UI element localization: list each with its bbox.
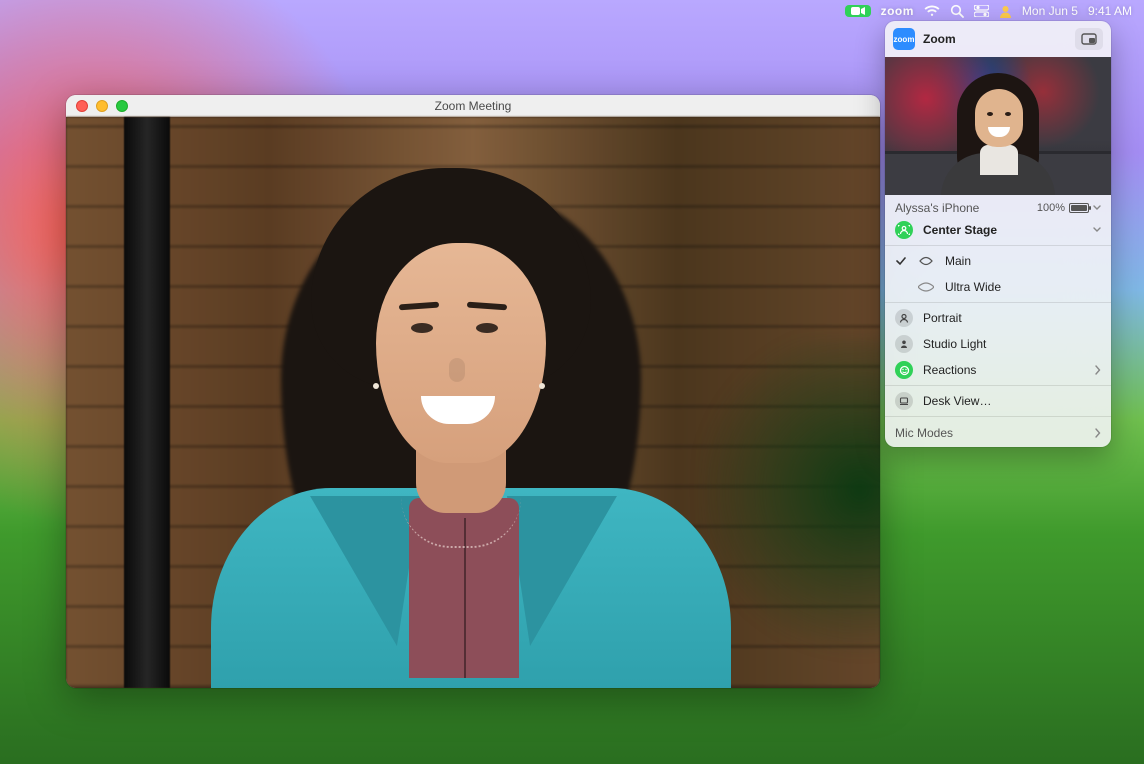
mic-modes-row[interactable]: Mic Modes [885, 419, 1111, 447]
center-stage-icon [895, 221, 913, 239]
main-video-feed [66, 117, 880, 688]
spotlight-icon[interactable] [950, 4, 964, 18]
camera-mode-label: Center Stage [923, 223, 1083, 237]
studio-light-toggle[interactable]: Studio Light [885, 331, 1111, 357]
device-row[interactable]: Alyssa's iPhone 100% [885, 195, 1111, 217]
lens-main-label: Main [945, 254, 1101, 268]
reactions-icon [895, 361, 913, 379]
window-minimize-button[interactable] [96, 100, 108, 112]
expand-window-button[interactable] [1075, 28, 1103, 50]
zoom-app-icon: zoom [893, 28, 915, 50]
portrait-label: Portrait [923, 311, 1101, 325]
camera-mode-row[interactable]: Center Stage [885, 217, 1111, 243]
desk-view-label: Desk View… [923, 394, 1101, 408]
menubar-video-indicator[interactable] [845, 5, 871, 17]
chevron-right-icon [1094, 365, 1101, 375]
lens-main-option[interactable]: Main [885, 248, 1111, 274]
checkmark-icon [895, 256, 907, 266]
chevron-right-icon [1094, 428, 1101, 438]
window-zoom-button[interactable] [116, 100, 128, 112]
participant-main [211, 158, 741, 688]
menubar-time[interactable]: 9:41 AM [1088, 4, 1132, 18]
desk-view-icon [895, 392, 913, 410]
portrait-toggle[interactable]: Portrait [885, 305, 1111, 331]
reactions-label: Reactions [923, 363, 1084, 377]
window-titlebar[interactable]: Zoom Meeting [66, 95, 880, 117]
menubar-app-label[interactable]: zoom [881, 4, 914, 18]
video-icon [851, 6, 865, 16]
chevron-down-icon [1093, 204, 1101, 212]
window-title: Zoom Meeting [66, 99, 880, 113]
lens-ultrawide-option[interactable]: Ultra Wide [885, 274, 1111, 300]
lens-wide-icon [917, 256, 935, 266]
reactions-toggle[interactable]: Reactions [885, 357, 1111, 383]
lens-ultrawide-icon [917, 282, 935, 292]
desk-view-button[interactable]: Desk View… [885, 388, 1111, 414]
wifi-icon[interactable] [924, 5, 940, 17]
user-icon[interactable] [999, 5, 1012, 18]
zoom-meeting-window: Zoom Meeting [66, 95, 880, 688]
battery-percentage: 100% [1037, 202, 1065, 214]
camera-preview [885, 57, 1111, 195]
device-name: Alyssa's iPhone [895, 201, 979, 215]
mic-modes-label: Mic Modes [895, 426, 953, 440]
macos-menubar: zoom Mon Jun 5 9:41 AM [0, 0, 1144, 22]
portrait-icon [895, 309, 913, 327]
window-close-button[interactable] [76, 100, 88, 112]
picture-in-picture-icon [1081, 33, 1097, 45]
battery-icon [1069, 203, 1089, 213]
camera-control-panel: zoom Zoom Alyssa's iPhone 100% Center St… [885, 21, 1111, 447]
studio-light-icon [895, 335, 913, 353]
chevron-down-icon [1093, 226, 1101, 234]
panel-app-name: Zoom [923, 32, 956, 46]
window-traffic-lights [76, 95, 128, 116]
lens-ultrawide-label: Ultra Wide [945, 280, 1101, 294]
menubar-date[interactable]: Mon Jun 5 [1022, 4, 1078, 18]
panel-header: zoom Zoom [885, 21, 1111, 57]
control-center-icon[interactable] [974, 5, 989, 17]
studio-light-label: Studio Light [923, 337, 1101, 351]
